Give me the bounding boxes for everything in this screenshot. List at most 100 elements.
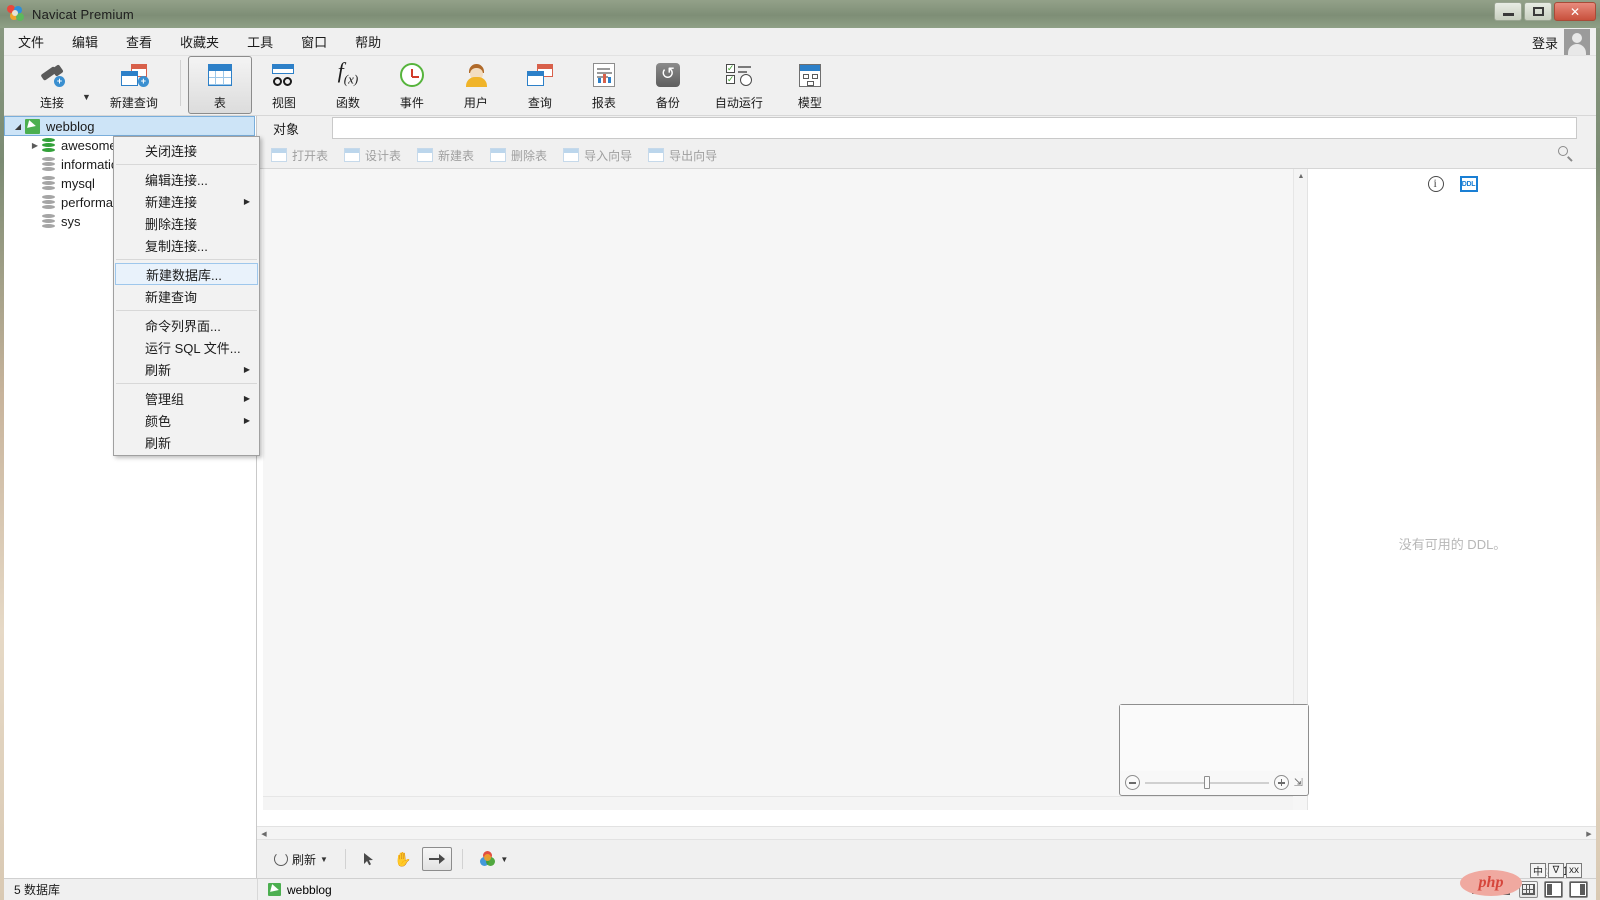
toolbar-view[interactable]: 视图 [252, 56, 316, 114]
design-table-icon [344, 148, 361, 162]
chevron-down-icon[interactable]: ▼ [320, 855, 328, 864]
zoom-in-icon[interactable] [1273, 775, 1289, 790]
cursor-icon [363, 853, 373, 866]
menu-window[interactable]: 窗口 [287, 27, 341, 56]
chevron-down-icon[interactable]: ▼ [500, 855, 508, 864]
database-grey-icon [42, 195, 55, 210]
menu-view[interactable]: 查看 [112, 27, 166, 56]
ddl-tab[interactable]: DDL [1457, 173, 1481, 195]
maximize-button[interactable] [1524, 2, 1552, 21]
menu-divider [116, 164, 257, 165]
toolbar-model[interactable]: 模型 [778, 56, 842, 114]
ctx-label: 刷新 [145, 362, 172, 378]
ime-item[interactable]: ∇ [1548, 863, 1564, 878]
ctx-command-line[interactable]: 命令列界面... [114, 314, 259, 336]
login-area[interactable]: 登录 [1532, 28, 1590, 56]
left-panel-toggle[interactable] [1544, 881, 1563, 898]
ctx-run-sql-file[interactable]: 运行 SQL 文件... [114, 336, 259, 358]
toolbar-table[interactable]: 表 [187, 56, 252, 114]
ddl-empty-message: 没有可用的 DDL。 [1398, 537, 1507, 552]
pointer-tool-button[interactable] [356, 847, 383, 871]
toolbar-function[interactable]: f(x) 函数 [316, 56, 380, 114]
minimize-button[interactable] [1494, 2, 1522, 21]
diagram-canvas[interactable]: ▲ ▼ ⇲ [263, 169, 1309, 810]
chevron-right-icon[interactable]: ▶ [28, 141, 42, 150]
sidebar-connection-webblog[interactable]: ◢ webblog [4, 116, 255, 136]
delete-table-label: 删除表 [511, 148, 548, 163]
toolbar-new-query[interactable]: + 新建查询 [95, 56, 173, 114]
export-wizard-button[interactable]: 导出向导 [640, 145, 725, 166]
design-table-button[interactable]: 设计表 [336, 145, 409, 166]
open-table-icon [271, 148, 287, 162]
import-wizard-button[interactable]: 导入向导 [555, 145, 640, 166]
minimap-preview [1120, 705, 1308, 771]
info-tab[interactable] [1425, 173, 1447, 195]
pan-tool-button[interactable]: ✋ [387, 847, 418, 871]
menubar: 文件 编辑 查看 收藏夹 工具 窗口 帮助 登录 [4, 28, 1596, 56]
bottom-horizontal-scrollbar[interactable]: ◀ ▶ [257, 826, 1596, 840]
delete-table-button[interactable]: 删除表 [482, 145, 555, 166]
statusbar: 5 数据库 webblog php 中 ∇ xx [4, 863, 1596, 900]
scroll-left-icon[interactable]: ◀ [257, 827, 271, 841]
new-table-button[interactable]: 新建表 [409, 145, 482, 166]
close-button[interactable]: ✕ [1554, 2, 1596, 21]
ctx-copy-connection[interactable]: 复制连接... [114, 234, 259, 256]
right-panel-toggle[interactable] [1569, 881, 1588, 898]
tab-objects[interactable]: 对象 [257, 116, 316, 142]
zoom-slider[interactable] [1145, 775, 1269, 789]
search-icon[interactable] [1558, 146, 1574, 162]
ctx-refresh-submenu[interactable]: 刷新 ▶ [114, 358, 259, 380]
titlebar[interactable]: Navicat Premium ✕ [0, 0, 1600, 28]
view-icon [271, 60, 296, 90]
ctx-new-database[interactable]: 新建数据库... [115, 263, 258, 285]
menu-divider [116, 259, 257, 260]
submenu-arrow-icon: ▶ [243, 364, 250, 374]
expand-collapse-icon[interactable]: ◢ [11, 122, 25, 131]
menu-tools[interactable]: 工具 [233, 27, 287, 56]
ctx-color[interactable]: 颜色 ▶ [114, 409, 259, 431]
sidebar-item-label: awesome [61, 138, 117, 153]
scroll-right-icon[interactable]: ▶ [1582, 827, 1596, 841]
ctx-label: 新建连接 [145, 194, 198, 210]
refresh-button[interactable]: 刷新 ▼ [267, 847, 335, 871]
avatar[interactable] [1564, 29, 1590, 55]
ctx-edit-connection[interactable]: 编辑连接... [114, 168, 259, 190]
ctx-delete-connection[interactable]: 删除连接 [114, 212, 259, 234]
ime-item[interactable]: 中 [1530, 863, 1546, 878]
toolbar-query[interactable]: 查询 [508, 56, 572, 114]
login-label[interactable]: 登录 [1532, 33, 1558, 52]
query-icon [526, 60, 553, 90]
toolbar-automation[interactable]: 自动运行 [700, 56, 778, 114]
link-tool-button[interactable] [422, 847, 453, 871]
ctx-new-connection[interactable]: 新建连接 ▶ [114, 190, 259, 212]
menu-favorites[interactable]: 收藏夹 [166, 27, 233, 56]
ctx-manage-group[interactable]: 管理组 ▶ [114, 387, 259, 409]
toolbar-report[interactable]: 报表 [572, 56, 636, 114]
object-search-input[interactable] [332, 117, 1577, 139]
menu-edit[interactable]: 编辑 [58, 27, 112, 56]
hand-icon: ✋ [393, 850, 412, 867]
canvas-horizontal-scrollbar[interactable] [263, 796, 1293, 810]
toolbar-report-label: 报表 [591, 96, 616, 110]
zoom-out-icon[interactable] [1125, 775, 1140, 790]
ctx-new-query[interactable]: 新建查询 [114, 285, 259, 307]
minimap-panel[interactable]: ⇲ [1119, 704, 1309, 796]
toolbar-connection[interactable]: + 连接 [20, 56, 84, 114]
ime-item[interactable]: xx [1566, 863, 1582, 878]
canvas-surface[interactable] [263, 169, 1293, 796]
expand-icon[interactable]: ⇲ [1294, 776, 1303, 789]
zoom-slider-thumb[interactable] [1204, 775, 1211, 789]
toolbar-event[interactable]: 事件 [380, 56, 444, 114]
open-table-button[interactable]: 打开表 [263, 145, 336, 166]
ctx-close-connection[interactable]: 关闭连接 [114, 139, 259, 161]
toolbar-backup[interactable]: 备份 [636, 56, 700, 114]
menu-help[interactable]: 帮助 [341, 27, 395, 56]
color-button[interactable]: ▼ [473, 847, 515, 871]
ctx-refresh[interactable]: 刷新 [114, 431, 259, 453]
bottom-strip: ◀ ▶ 刷新 ▼ ✋ ▼ [257, 826, 1596, 878]
toolbar-user[interactable]: 用户 [444, 56, 508, 114]
scroll-up-icon[interactable]: ▲ [1294, 169, 1308, 183]
menu-file[interactable]: 文件 [4, 27, 58, 56]
canvas-vertical-scrollbar[interactable]: ▲ ▼ [1293, 169, 1307, 796]
function-icon: f(x) [337, 57, 359, 87]
